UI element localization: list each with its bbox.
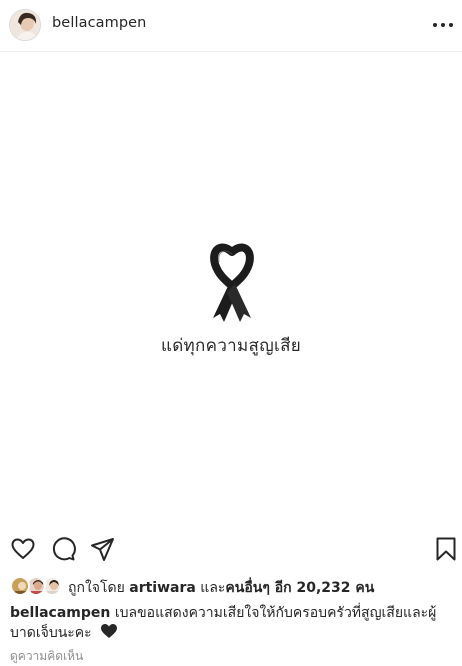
post-caption: bellacampen เบลขอแสดงความเสียใจให้กับครอ… xyxy=(10,604,456,643)
likes-joiner: และ xyxy=(195,580,226,596)
more-horizontal-icon[interactable] xyxy=(430,15,456,35)
liker-avatar[interactable] xyxy=(10,576,30,596)
post-header: bellacampen xyxy=(0,0,462,52)
action-bar xyxy=(0,532,462,564)
header-username[interactable]: bellacampen xyxy=(52,15,146,31)
post-image-text: แด่ทุกความสูญเสีย xyxy=(160,336,302,356)
bookmark-icon[interactable] xyxy=(433,536,459,562)
black-ribbon-icon xyxy=(205,242,259,322)
profile-avatar[interactable] xyxy=(9,9,41,41)
caption-username[interactable]: bellacampen xyxy=(10,605,110,621)
likes-row: ถูกใจโดย artiwara และคนอื่นๆ อีก 20,232 … xyxy=(0,572,462,600)
likes-prefix: ถูกใจโดย xyxy=(68,580,130,596)
paper-plane-icon[interactable] xyxy=(90,536,116,562)
comment-bubble-icon[interactable] xyxy=(50,536,76,562)
view-comments-link[interactable]: ดูความคิดเห็น xyxy=(10,647,83,666)
post-image[interactable]: แด่ทุกความสูญเสีย xyxy=(0,52,462,526)
likes-summary: ถูกใจโดย artiwara และคนอื่นๆ อีก 20,232 … xyxy=(68,577,374,599)
black-heart-icon xyxy=(100,623,118,639)
liker-username[interactable]: artiwara xyxy=(129,580,196,596)
likes-others-link[interactable]: คนอื่นๆ อีก 20,232 คน xyxy=(225,580,374,596)
heart-outline-icon[interactable] xyxy=(10,536,36,562)
